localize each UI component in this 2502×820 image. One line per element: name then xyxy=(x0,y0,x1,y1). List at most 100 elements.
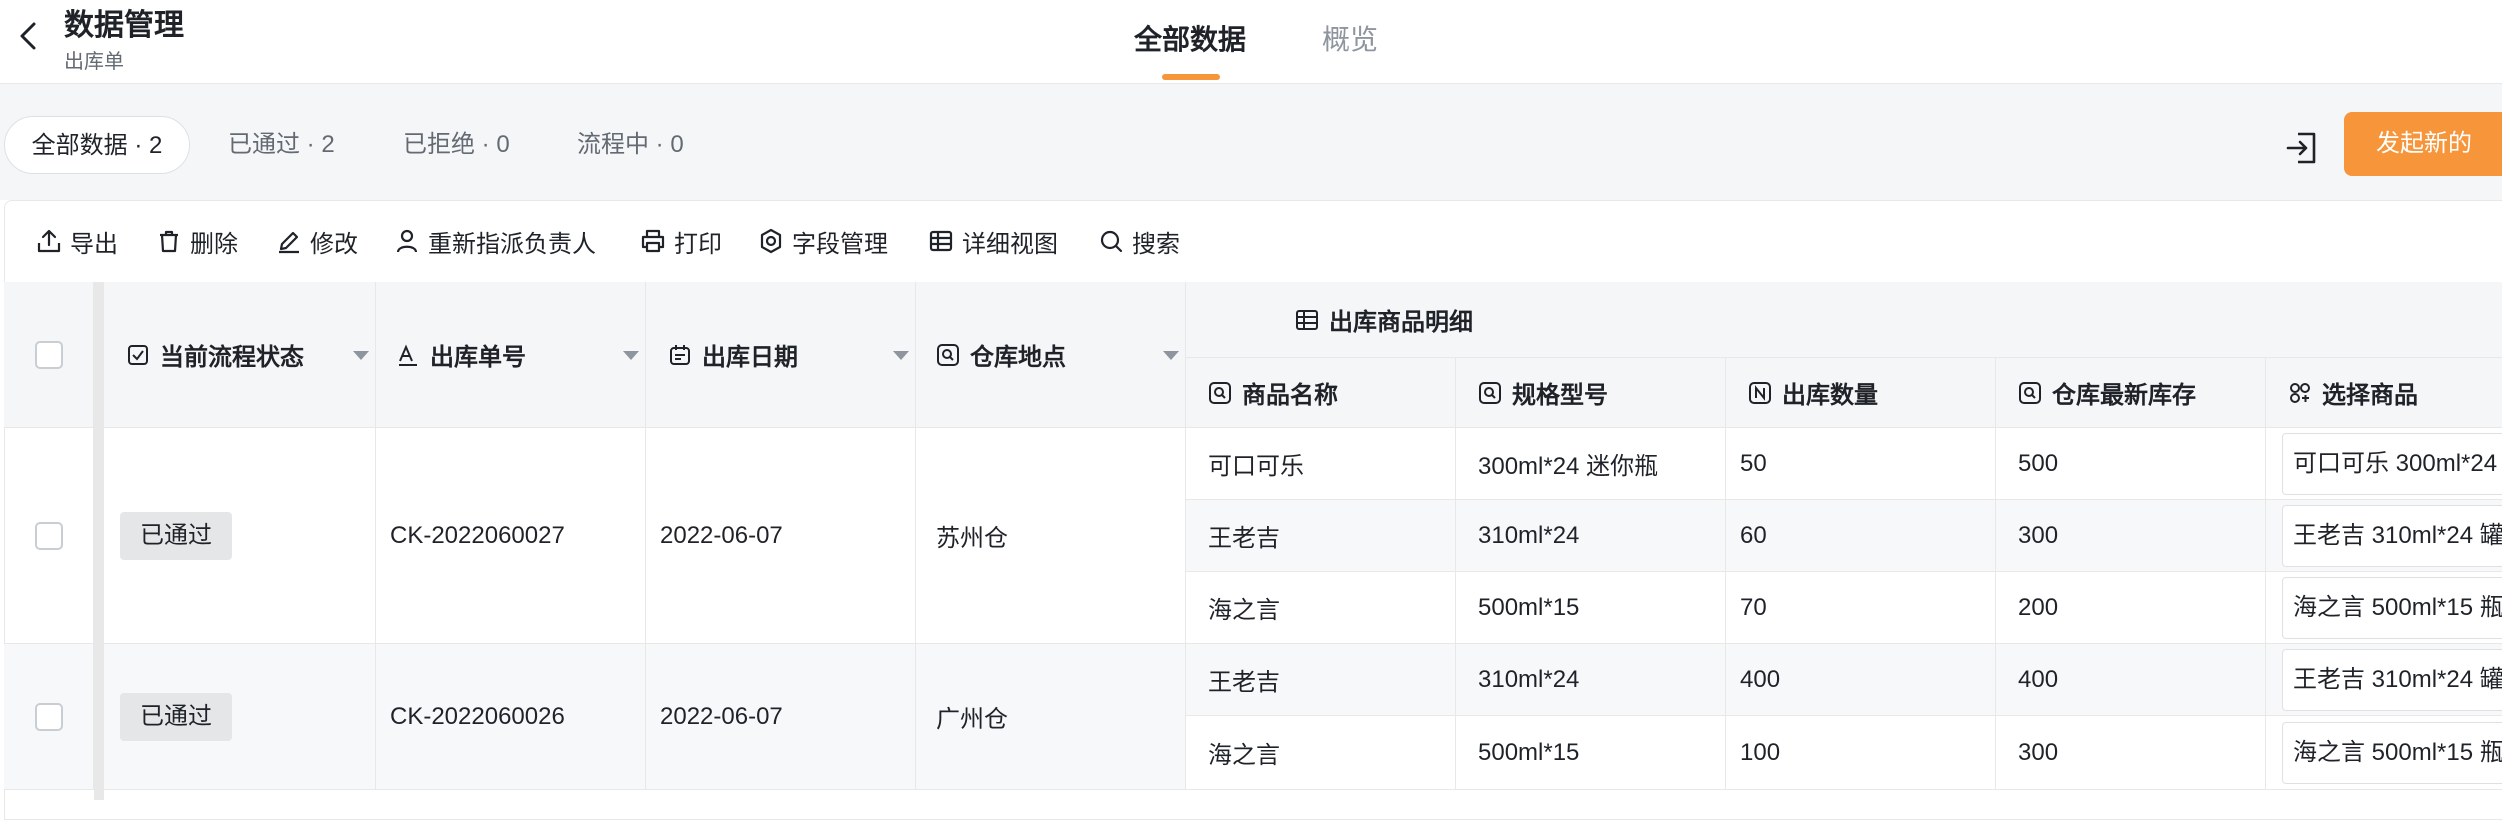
table-toolbar: 导出 删除 修改 重新指派负责人 打印 字段管理 详细视图 搜索 xyxy=(4,200,2502,282)
search-icon xyxy=(1100,230,1123,253)
filter-pill-all[interactable]: 全部数据 · 2 xyxy=(4,116,190,174)
lookup-field-icon xyxy=(1209,381,1231,404)
table-cell-order-no[interactable]: CK-2022060027 xyxy=(376,428,646,644)
detail-view-button[interactable]: 详细视图 xyxy=(928,224,1058,258)
print-button[interactable]: 打印 xyxy=(640,224,722,258)
row-checkbox[interactable] xyxy=(34,702,63,731)
search-label: 搜索 xyxy=(1132,230,1180,258)
subtable-cell-stock: 200 xyxy=(1996,572,2266,644)
row-select-cell xyxy=(4,644,94,790)
search-button[interactable]: 搜索 xyxy=(1098,224,1180,258)
table-cell-date: 2022-06-07 xyxy=(646,644,916,790)
table-cell-order-no[interactable]: CK-2022060026 xyxy=(376,644,646,790)
subtable-cell-product: 王老吉 xyxy=(1186,500,1456,572)
status-badge: 已通过 xyxy=(120,511,232,560)
create-new-button[interactable]: 发起新的 xyxy=(2344,112,2502,176)
frozen-column-divider xyxy=(94,282,104,800)
delete-button[interactable]: 删除 xyxy=(156,224,238,258)
table-cell-status: 已通过 xyxy=(104,644,376,790)
table-icon xyxy=(929,230,953,252)
table-cell-date: 2022-06-07 xyxy=(646,428,916,644)
reassign-button[interactable]: 重新指派负责人 xyxy=(394,224,596,258)
subtable-cell-stock: 400 xyxy=(1996,644,2266,716)
subtable-cell-select: 王老吉 310ml*24 罐装 xyxy=(2266,644,2502,716)
column-header-status-label: 当前流程状态 xyxy=(160,344,304,371)
column-header-warehouse[interactable]: 仓库地点 xyxy=(916,282,1186,428)
column-header-warehouse-label: 仓库地点 xyxy=(970,344,1066,371)
settings-icon xyxy=(760,228,782,254)
column-header-status[interactable]: 当前流程状态 xyxy=(104,282,376,428)
select-all-checkbox[interactable] xyxy=(34,340,63,369)
subtable-cell-stock: 300 xyxy=(1996,716,2266,790)
export-label: 导出 xyxy=(70,230,118,258)
row-checkbox[interactable] xyxy=(34,521,63,550)
column-header-product[interactable]: 商品名称 xyxy=(1186,358,1456,428)
print-label: 打印 xyxy=(674,230,722,258)
text-field-icon xyxy=(399,343,417,366)
column-header-qty-label: 出库数量 xyxy=(1782,382,1878,409)
product-selector[interactable]: 王老吉 310ml*24 罐装 xyxy=(2282,649,2502,711)
column-menu-caret-icon[interactable] xyxy=(1163,350,1179,360)
subtable-cell-spec: 500ml*15 xyxy=(1456,716,1726,790)
subtable-icon xyxy=(1296,309,1318,330)
subtable-cell-product: 王老吉 xyxy=(1186,644,1456,716)
status-badge: 已通过 xyxy=(120,692,232,741)
column-menu-caret-icon[interactable] xyxy=(353,350,369,360)
lookup-field-icon xyxy=(2019,381,2041,404)
column-menu-caret-icon[interactable] xyxy=(893,350,909,360)
column-header-product-label: 商品名称 xyxy=(1242,382,1338,409)
field-management-button[interactable]: 字段管理 xyxy=(758,224,888,258)
filter-pill-approved[interactable]: 已通过 · 2 xyxy=(228,116,335,174)
table-cell-warehouse: 广州仓 xyxy=(916,644,1186,790)
column-header-spec[interactable]: 规格型号 xyxy=(1456,358,1726,428)
column-group-outbound-details: 出库商品明细 xyxy=(1186,282,2502,358)
table-cell-status: 已通过 xyxy=(104,428,376,644)
column-header-date[interactable]: 出库日期 xyxy=(646,282,916,428)
column-header-qty[interactable]: 出库数量 xyxy=(1726,358,1996,428)
export-exit-icon[interactable] xyxy=(2282,128,2322,168)
trash-icon xyxy=(160,230,178,253)
page-title: 数据管理 xyxy=(64,9,184,42)
user-icon xyxy=(396,229,418,253)
export-button[interactable]: 导出 xyxy=(36,224,118,258)
filter-bar: 全部数据 · 2 已通过 · 2 已拒绝 · 0 流程中 · 0 发起新的 xyxy=(0,84,2502,200)
filter-pill-rejected[interactable]: 已拒绝 · 0 xyxy=(403,116,510,174)
tab-all-data[interactable]: 全部数据 xyxy=(1134,18,1246,58)
column-menu-caret-icon[interactable] xyxy=(623,350,639,360)
column-header-select-product[interactable]: 选择商品 xyxy=(2266,358,2502,428)
tab-overview[interactable]: 概览 xyxy=(1322,18,1378,58)
product-selector[interactable]: 海之言 500ml*15 瓶装 xyxy=(2282,577,2502,639)
edit-button[interactable]: 修改 xyxy=(276,224,358,258)
column-header-stock[interactable]: 仓库最新库存 xyxy=(1996,358,2266,428)
back-arrow-icon[interactable] xyxy=(12,18,48,54)
product-selector[interactable]: 可口可乐 300ml*24 迷你瓶 xyxy=(2282,433,2502,495)
reassign-label: 重新指派负责人 xyxy=(428,230,596,258)
lookup-field-icon xyxy=(937,343,959,366)
pencil-icon xyxy=(279,231,299,254)
row-select-cell xyxy=(4,428,94,644)
relation-field-icon xyxy=(2290,382,2310,403)
page-header: 数据管理 出库单 全部数据 概览 xyxy=(0,0,2502,84)
column-header-order-no[interactable]: 出库单号 xyxy=(376,282,646,428)
subtable-cell-spec: 310ml*24 xyxy=(1456,644,1726,716)
column-header-order-no-label: 出库单号 xyxy=(430,344,526,371)
column-header-stock-label: 仓库最新库存 xyxy=(2052,382,2196,409)
checkbox-field-icon xyxy=(128,344,148,365)
detail-view-label: 详细视图 xyxy=(962,230,1058,258)
subtable-cell-qty: 50 xyxy=(1726,428,1996,500)
active-tab-indicator xyxy=(1162,74,1220,80)
subtable-cell-select: 海之言 500ml*15 瓶装 xyxy=(2266,572,2502,644)
product-selector[interactable]: 海之言 500ml*15 瓶装 xyxy=(2282,722,2502,784)
subtable-cell-stock: 300 xyxy=(1996,500,2266,572)
subtable-cell-select: 王老吉 310ml*24 罐装 xyxy=(2266,500,2502,572)
filter-pill-in-process[interactable]: 流程中 · 0 xyxy=(577,116,684,174)
subtable-cell-product: 海之言 xyxy=(1186,572,1456,644)
subtable-cell-qty: 400 xyxy=(1726,644,1996,716)
upload-icon xyxy=(37,229,61,253)
product-selector[interactable]: 王老吉 310ml*24 罐装 xyxy=(2282,505,2502,567)
printer-icon xyxy=(641,229,665,253)
subtable-cell-spec: 300ml*24 迷你瓶 xyxy=(1456,428,1726,500)
subtable-cell-spec: 500ml*15 xyxy=(1456,572,1726,644)
delete-label: 删除 xyxy=(190,230,238,258)
lookup-field-icon xyxy=(1479,381,1501,404)
